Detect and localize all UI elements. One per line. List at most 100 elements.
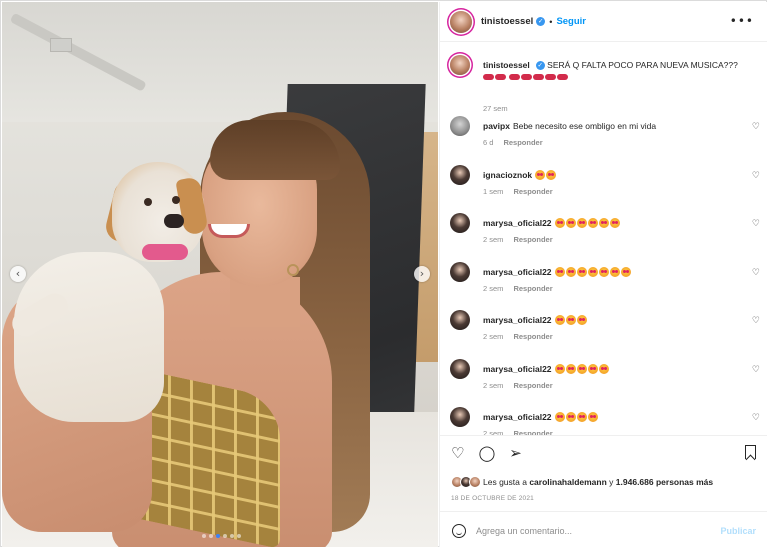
avatar[interactable] (450, 310, 470, 330)
heart-icon[interactable]: ♡ (752, 219, 760, 229)
verified-icon: ✓ (535, 61, 545, 71)
comment-username[interactable]: marysa_oficial22 (483, 315, 552, 325)
photo-bangs (210, 120, 340, 180)
comment-meta: 6 d Responder (483, 138, 553, 147)
reply-button[interactable]: Responder (513, 235, 552, 244)
follow-button[interactable]: Seguir (556, 16, 586, 27)
post-window: ‹ › tinistoessel ✓ • Seguir ••• tinistoe… (0, 0, 767, 547)
carousel-dot[interactable] (237, 534, 241, 538)
heart-eyes-emoji (576, 315, 587, 325)
comment-text: marysa_oficial22 (483, 411, 745, 423)
comments-list[interactable]: tinistoessel ✓ SERÁ Q FALTA POCO PARA NUE… (440, 43, 767, 435)
avatar[interactable] (450, 261, 470, 282)
comment-username[interactable]: marysa_oficial22 (483, 218, 552, 228)
comment-meta: 1 sem Responder (483, 187, 563, 196)
likes-user[interactable]: carolinahaldemann (529, 477, 606, 487)
lips-emoji (545, 74, 557, 80)
heart-eyes-emoji (598, 218, 609, 228)
heart-eyes-emoji (565, 218, 576, 228)
bookmark-icon[interactable] (745, 445, 756, 459)
heart-icon[interactable]: ♡ (752, 365, 760, 375)
lips-emoji (521, 74, 533, 80)
reply-button[interactable]: Responder (513, 332, 552, 341)
comment-username[interactable]: marysa_oficial22 (483, 267, 552, 277)
heart-eyes-emoji (609, 266, 620, 277)
avatar[interactable] (450, 407, 470, 427)
chevron-left-icon[interactable]: ‹ (10, 266, 26, 282)
reply-button[interactable]: Responder (513, 284, 552, 293)
comment-text: marysa_oficial22 (483, 363, 745, 375)
comment-row: marysa_oficial22 2 sem Responder ♡ (450, 261, 760, 302)
carousel-dot[interactable] (216, 534, 220, 538)
comment-username[interactable]: ignacioznok (483, 170, 532, 180)
likes-count[interactable]: 1.946.686 personas más (616, 477, 713, 487)
verified-icon: ✓ (536, 17, 546, 26)
heart-eyes-emoji (587, 266, 598, 277)
comment-body: Bebe necesito ese ombligo en mi vida (512, 121, 657, 131)
photo-dog-collar (142, 244, 188, 260)
avatar[interactable] (469, 476, 481, 488)
heart-eyes-emoji (587, 412, 598, 422)
comment-time: 2 sem (483, 380, 504, 390)
comment-text: pavipx Bebe necesito ese ombligo en mi vi… (483, 120, 745, 132)
heart-eyes-emoji (554, 412, 565, 422)
heart-icon[interactable]: ♡ (752, 413, 760, 423)
share-icon[interactable]: ➢ (509, 444, 522, 462)
heart-eyes-emoji (565, 363, 576, 374)
comment-username[interactable]: marysa_oficial22 (483, 412, 552, 422)
lips-emoji (483, 74, 494, 80)
carousel-dot[interactable] (230, 534, 234, 538)
heart-eyes-emoji (565, 315, 576, 325)
comment-time: 2 sem (483, 235, 504, 244)
comment-row: pavipx Bebe necesito ese ombligo en mi vi… (450, 116, 760, 156)
chevron-right-icon[interactable]: › (414, 266, 430, 282)
likes-summary: Les gusta a carolinahaldemann y 1.946.68… (451, 476, 713, 488)
post-photo[interactable]: ‹ › (2, 2, 438, 547)
comment-row: marysa_oficial22 2 sem Responder ♡ (450, 310, 760, 350)
reply-button[interactable]: Responder (513, 381, 552, 390)
avatar[interactable] (450, 10, 472, 33)
caption-username[interactable]: tinistoessel (483, 60, 530, 70)
comment-time: 6 d (483, 138, 494, 147)
comment-username[interactable]: pavipx (483, 121, 510, 131)
heart-eyes-emoji (620, 266, 631, 277)
emoji-icon[interactable] (452, 523, 466, 538)
heart-icon[interactable]: ♡ (451, 444, 464, 462)
heart-icon[interactable]: ♡ (752, 316, 760, 326)
reply-button[interactable]: Responder (503, 138, 542, 147)
comment-time: 1 sem (483, 186, 504, 196)
lips-emoji (495, 74, 506, 80)
carousel-dot[interactable] (223, 534, 227, 538)
photo-dog-eye (144, 198, 152, 206)
avatar[interactable] (450, 213, 470, 233)
avatar[interactable] (450, 55, 470, 75)
comment-time: 2 sem (483, 283, 504, 293)
caption-time: 27 sem (483, 104, 508, 113)
heart-icon[interactable]: ♡ (752, 268, 760, 278)
separator: • (549, 16, 553, 27)
comment-row: marysa_oficial22 2 sem Responder ♡ (450, 358, 760, 399)
post-username[interactable]: tinistoessel (481, 16, 533, 27)
more-horizontal-icon[interactable]: ••• (730, 14, 754, 28)
avatar[interactable] (450, 116, 470, 136)
reply-button[interactable]: Responder (513, 187, 552, 196)
comment-row: marysa_oficial22 2 sem Responder ♡ (450, 407, 760, 435)
photo-wall-box (50, 38, 72, 52)
avatar[interactable] (450, 358, 470, 379)
heart-icon[interactable]: ♡ (752, 122, 760, 132)
carousel-dot[interactable] (209, 534, 213, 538)
heart-eyes-emoji (554, 218, 565, 228)
comment-username[interactable]: marysa_oficial22 (483, 364, 552, 374)
comment-text: marysa_oficial22 (483, 314, 745, 326)
avatar[interactable] (450, 164, 470, 185)
photo-dog-eye (172, 196, 180, 204)
carousel-dot[interactable] (202, 534, 206, 538)
photo-dog-body (14, 252, 164, 422)
comment-input[interactable] (476, 525, 721, 536)
likes-middle: y (609, 477, 614, 487)
post-date[interactable]: 18 DE OCTUBRE DE 2021 (451, 495, 534, 502)
heart-icon[interactable]: ♡ (752, 171, 760, 181)
publish-button[interactable]: Publicar (720, 526, 756, 536)
comment-icon[interactable]: ◯ (478, 444, 495, 462)
photo-dog-nose (164, 214, 184, 228)
